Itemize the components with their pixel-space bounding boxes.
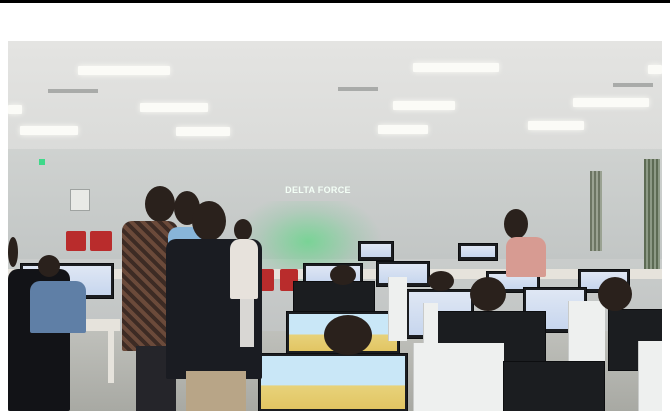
ceiling-light [528,121,584,130]
monitor [258,353,408,411]
exit-sign-icon [39,159,45,165]
ceiling-light [648,65,662,74]
desk [108,331,114,383]
ceiling-light [393,101,455,110]
ceiling-light [20,126,78,135]
top-border-line [0,0,670,3]
projection-text: DELTA FORCE [285,185,351,195]
monitor [358,241,394,261]
monitor [458,243,498,261]
ceiling-vent [613,83,653,87]
ceiling-light [573,98,649,107]
window [644,159,660,269]
cubicle-divider [413,343,504,411]
ceiling-light [176,127,230,136]
ceiling-light [8,105,22,114]
chair [66,231,86,251]
cubicle-divider [388,277,407,341]
ceiling-light [140,103,208,112]
monitor [503,361,605,411]
wall-panel [70,189,90,211]
window [590,171,602,251]
monitor [293,281,375,313]
ceiling-light [78,66,170,75]
ceiling-vent [338,87,378,91]
ceiling-light [378,125,428,134]
lab-photo: DELTA FORCE [8,41,662,411]
ceiling-vent [48,89,98,93]
ceiling-light [413,63,499,72]
cubicle-divider [638,341,662,411]
chair [90,231,112,251]
